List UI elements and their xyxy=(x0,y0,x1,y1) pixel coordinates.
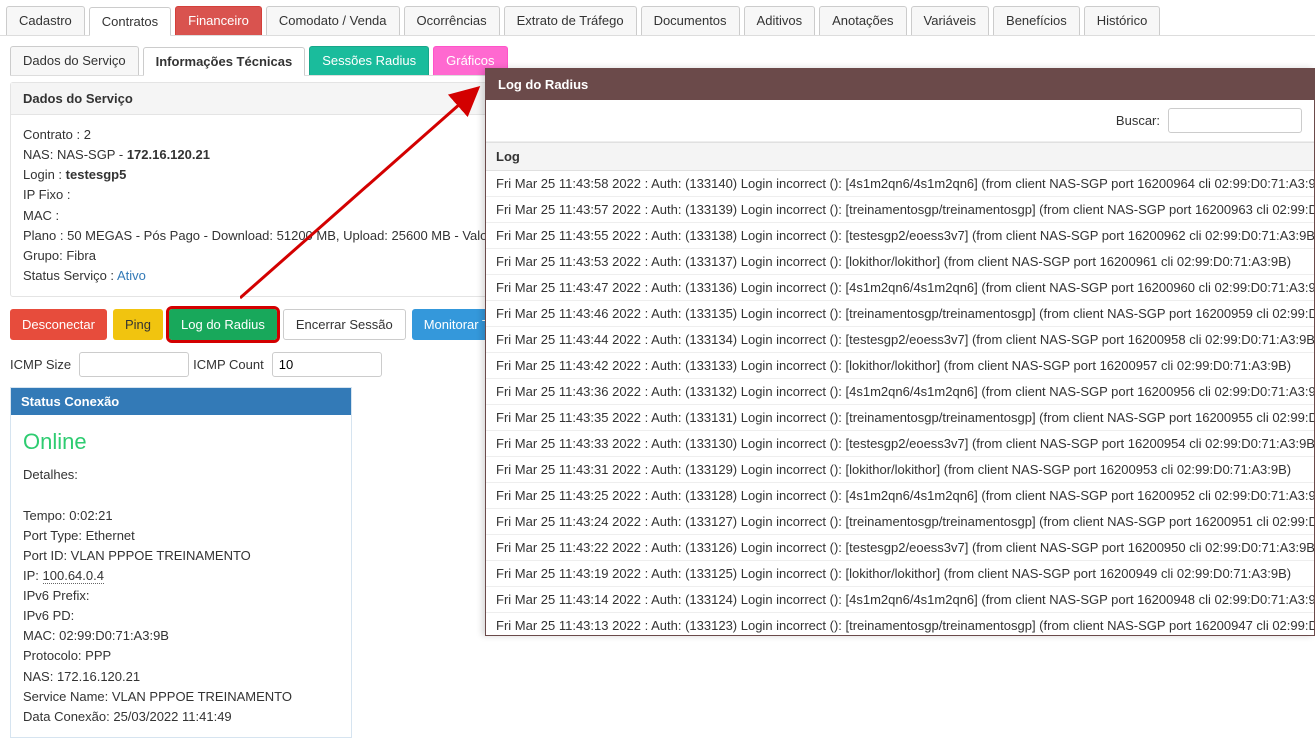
tab-cadastro[interactable]: Cadastro xyxy=(6,6,85,35)
status-detalhes-label: Detalhes: xyxy=(23,465,339,485)
status-value[interactable]: Ativo xyxy=(117,268,146,283)
log-row: Fri Mar 25 11:43:31 2022 : Auth: (133129… xyxy=(486,457,1314,483)
icmp-size-input[interactable] xyxy=(79,352,189,377)
log-row: Fri Mar 25 11:43:14 2022 : Auth: (133124… xyxy=(486,587,1314,613)
status-ip-value[interactable]: 100.64.0.4 xyxy=(43,568,104,584)
search-label: Buscar: xyxy=(1116,113,1160,128)
status-mac: MAC: 02:99:D0:71:A3:9B xyxy=(23,626,339,646)
log-row: Fri Mar 25 11:43:25 2022 : Auth: (133128… xyxy=(486,483,1314,509)
log-row: Fri Mar 25 11:43:42 2022 : Auth: (133133… xyxy=(486,353,1314,379)
log-row: Fri Mar 25 11:43:57 2022 : Auth: (133139… xyxy=(486,197,1314,223)
tab-variaveis[interactable]: Variáveis xyxy=(911,6,990,35)
status-online: Online xyxy=(23,425,339,459)
status-data-conexao: Data Conexão: 25/03/2022 11:41:49 xyxy=(23,707,339,727)
log-radius-modal-title: Log do Radius xyxy=(486,69,1314,100)
tab-contratos[interactable]: Contratos xyxy=(89,7,171,36)
tab-historico[interactable]: Histórico xyxy=(1084,6,1161,35)
log-row: Fri Mar 25 11:43:24 2022 : Auth: (133127… xyxy=(486,509,1314,535)
tab-comodato[interactable]: Comodato / Venda xyxy=(266,6,400,35)
status-nas: NAS: 172.16.120.21 xyxy=(23,667,339,687)
tab-financeiro[interactable]: Financeiro xyxy=(175,6,262,35)
icmp-count-label: ICMP Count xyxy=(193,357,264,372)
log-row: Fri Mar 25 11:43:19 2022 : Auth: (133125… xyxy=(486,561,1314,587)
log-row: Fri Mar 25 11:43:44 2022 : Auth: (133134… xyxy=(486,327,1314,353)
log-radius-modal: Log do Radius Buscar: Log Fri Mar 25 11:… xyxy=(485,68,1315,636)
log-list[interactable]: Fri Mar 25 11:43:58 2022 : Auth: (133140… xyxy=(486,171,1314,637)
tab-anotacoes[interactable]: Anotações xyxy=(819,6,906,35)
log-row: Fri Mar 25 11:43:36 2022 : Auth: (133132… xyxy=(486,379,1314,405)
status-ipv6-prefix: IPv6 Prefix: xyxy=(23,586,339,606)
status-connection-panel: Status Conexão Online Detalhes: Tempo: 0… xyxy=(10,387,352,738)
status-connection-header: Status Conexão xyxy=(11,388,351,415)
tab-documentos[interactable]: Documentos xyxy=(641,6,740,35)
subtab-sessoes-radius[interactable]: Sessões Radius xyxy=(309,46,429,75)
status-service-name: Service Name: VLAN PPPOE TREINAMENTO xyxy=(23,687,339,707)
status-port-type: Port Type: Ethernet xyxy=(23,526,339,546)
subtab-dados-servico[interactable]: Dados do Serviço xyxy=(10,46,139,75)
log-row: Fri Mar 25 11:43:35 2022 : Auth: (133131… xyxy=(486,405,1314,431)
status-protocolo: Protocolo: PPP xyxy=(23,646,339,666)
log-row: Fri Mar 25 11:43:13 2022 : Auth: (133123… xyxy=(486,613,1314,637)
status-ip: IP: 100.64.0.4 xyxy=(23,566,339,586)
log-row: Fri Mar 25 11:43:33 2022 : Auth: (133130… xyxy=(486,431,1314,457)
status-port-id: Port ID: VLAN PPPOE TREINAMENTO xyxy=(23,546,339,566)
log-row: Fri Mar 25 11:43:47 2022 : Auth: (133136… xyxy=(486,275,1314,301)
log-row: Fri Mar 25 11:43:22 2022 : Auth: (133126… xyxy=(486,535,1314,561)
log-row: Fri Mar 25 11:43:53 2022 : Auth: (133137… xyxy=(486,249,1314,275)
search-input[interactable] xyxy=(1168,108,1302,133)
status-tempo: Tempo: 0:02:21 xyxy=(23,506,339,526)
icmp-count-input[interactable] xyxy=(272,352,382,377)
icmp-size-label: ICMP Size xyxy=(10,357,71,372)
tab-aditivos[interactable]: Aditivos xyxy=(744,6,816,35)
ping-button[interactable]: Ping xyxy=(113,309,163,340)
top-tabs: Cadastro Contratos Financeiro Comodato /… xyxy=(0,0,1315,36)
log-row: Fri Mar 25 11:43:58 2022 : Auth: (133140… xyxy=(486,171,1314,197)
log-row: Fri Mar 25 11:43:55 2022 : Auth: (133138… xyxy=(486,223,1314,249)
tab-extrato-trafego[interactable]: Extrato de Tráfego xyxy=(504,6,637,35)
tab-ocorrencias[interactable]: Ocorrências xyxy=(404,6,500,35)
subtab-info-tecnicas[interactable]: Informações Técnicas xyxy=(143,47,306,76)
log-row: Fri Mar 25 11:43:46 2022 : Auth: (133135… xyxy=(486,301,1314,327)
status-ipv6-pd: IPv6 PD: xyxy=(23,606,339,626)
log-column-header: Log xyxy=(486,142,1314,171)
log-radius-button[interactable]: Log do Radius xyxy=(169,309,277,340)
desconectar-button[interactable]: Desconectar xyxy=(10,309,107,340)
encerrar-sessao-button[interactable]: Encerrar Sessão xyxy=(283,309,406,340)
tab-beneficios[interactable]: Benefícios xyxy=(993,6,1080,35)
